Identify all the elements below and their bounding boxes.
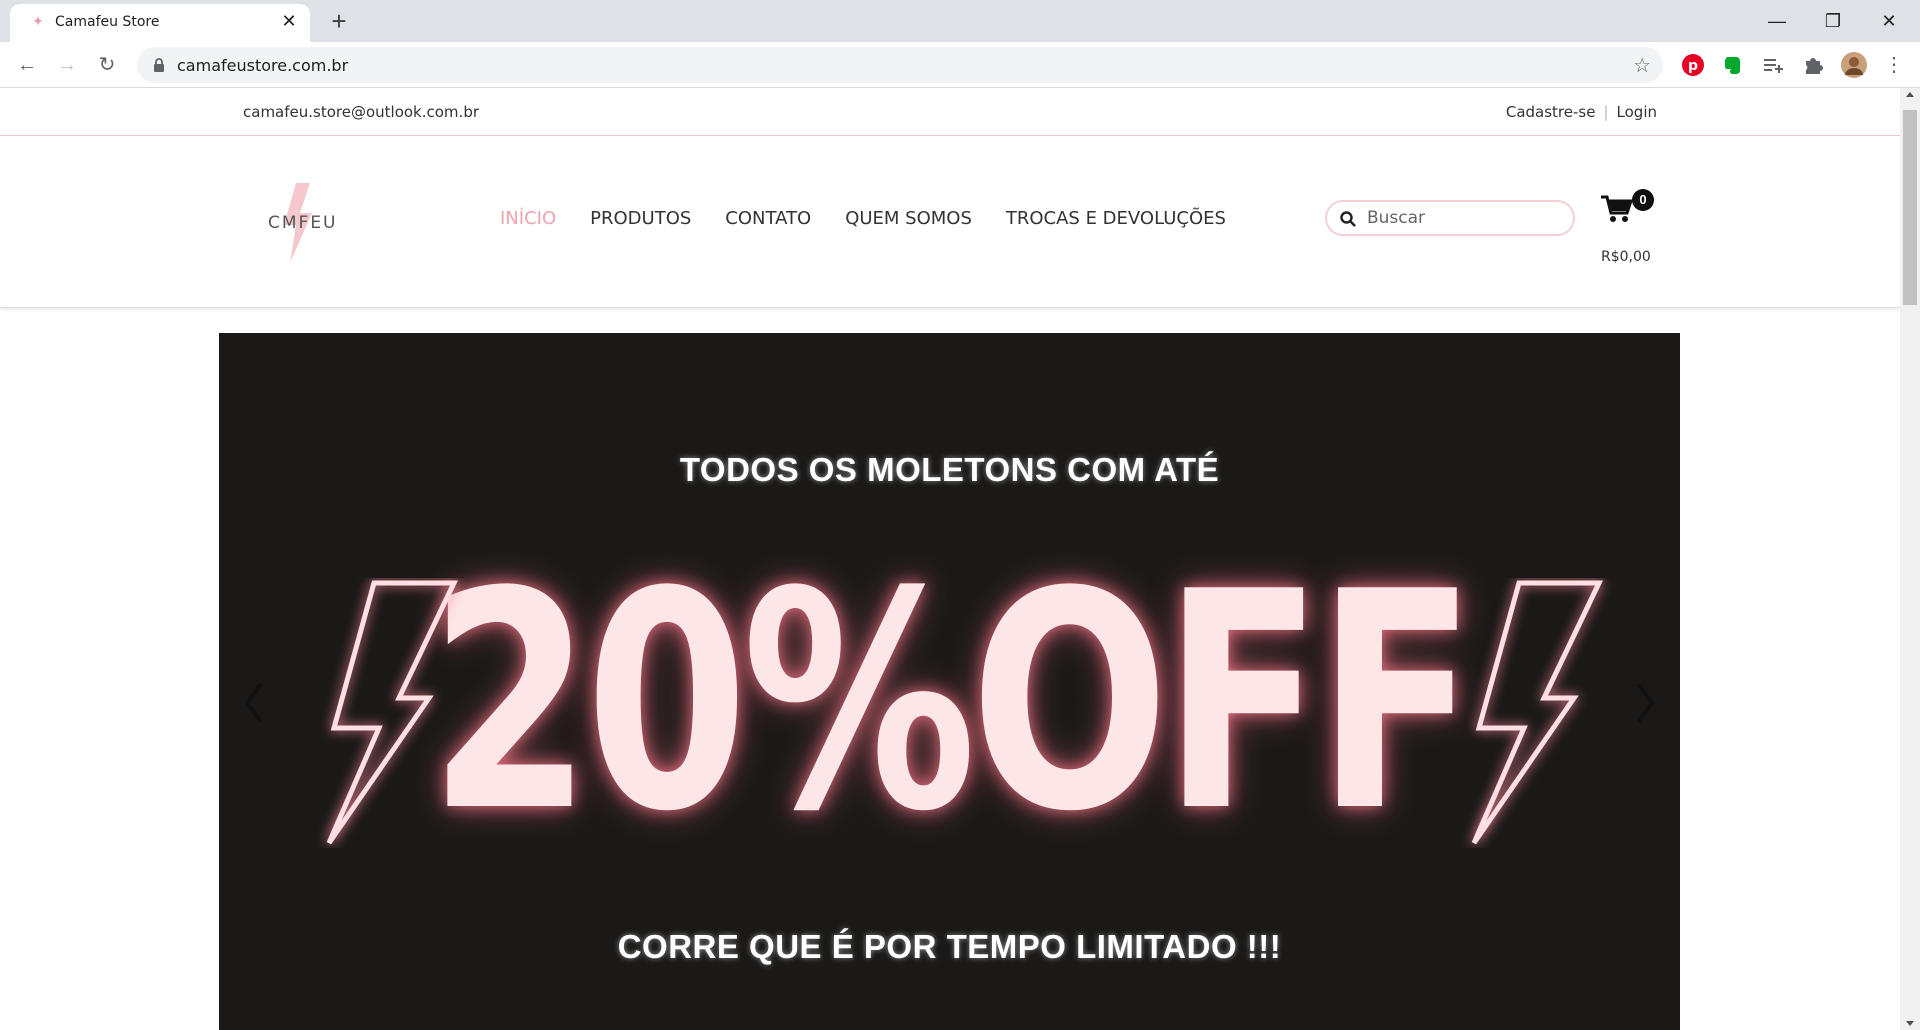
main-nav: INÍCIO PRODUTOS CONTATO QUEM SOMOS TROCA… xyxy=(500,208,1260,229)
hero-top-text: TODOS OS MOLETONS COM ATÉ xyxy=(679,451,1220,488)
close-tab-icon[interactable]: ✕ xyxy=(280,12,298,30)
lock-icon xyxy=(154,58,164,72)
svg-text:p: p xyxy=(1688,58,1698,74)
reading-list-icon[interactable] xyxy=(1760,52,1786,78)
scroll-thumb[interactable] xyxy=(1903,110,1917,305)
hero-banner[interactable]: TODOS OS MOLETONS COM ATÉ 20%OFF CORRE Q… xyxy=(219,333,1680,1030)
nav-item-trocas[interactable]: TROCAS E DEVOLUÇÕES xyxy=(1006,208,1226,229)
browser-tab[interactable]: ✦ Camafeu Store ✕ xyxy=(10,4,310,42)
nav-item-quem-somos[interactable]: QUEM SOMOS xyxy=(845,208,972,229)
menu-kebab-icon[interactable]: ⋮ xyxy=(1880,51,1908,79)
site-logo[interactable]: CMFEU xyxy=(264,181,336,265)
top-info-bar: camafeu.store@outlook.com.br Cadastre-se… xyxy=(0,88,1900,136)
bookmark-star-icon[interactable]: ☆ xyxy=(1633,53,1651,78)
divider: | xyxy=(1603,103,1609,121)
cart-button[interactable]: 0 xyxy=(1600,186,1660,246)
logo-text: CMFEU xyxy=(268,213,338,233)
login-link[interactable]: Login xyxy=(1617,103,1657,121)
window-close-icon[interactable]: ✕ xyxy=(1866,6,1912,36)
neon-bolt-right-icon xyxy=(1471,580,1603,845)
cart-count-badge: 0 xyxy=(1632,189,1654,211)
search-box xyxy=(1325,200,1575,236)
minimize-icon[interactable]: — xyxy=(1754,6,1800,36)
profile-avatar[interactable] xyxy=(1840,51,1868,79)
restore-icon[interactable]: ❐ xyxy=(1810,6,1856,36)
search-input[interactable] xyxy=(1367,206,1567,230)
back-icon[interactable]: ← xyxy=(13,51,41,79)
url-text: camafeustore.com.br xyxy=(177,56,349,75)
extensions-puzzle-icon[interactable] xyxy=(1800,52,1826,78)
browser-tabbar: ✦ Camafeu Store ✕ + — ❐ ✕ xyxy=(0,0,1920,42)
favicon-icon: ✦ xyxy=(32,13,44,29)
tab-title: Camafeu Store xyxy=(55,14,160,30)
cart-total: R$0,00 xyxy=(1601,249,1651,265)
browser-toolbar: ← → ↻ camafeustore.com.br ☆ p ⋮ xyxy=(0,42,1920,88)
signup-link[interactable]: Cadastre-se xyxy=(1506,103,1596,121)
evernote-icon[interactable] xyxy=(1720,52,1746,78)
hero-bottom-text: CORRE QUE É POR TEMPO LIMITADO !!! xyxy=(617,928,1282,965)
nav-item-produtos[interactable]: PRODUTOS xyxy=(590,208,691,229)
scroll-down-icon[interactable] xyxy=(1906,1021,1914,1026)
carousel-next-arrow-icon[interactable] xyxy=(1630,678,1660,728)
contact-email[interactable]: camafeu.store@outlook.com.br xyxy=(243,103,479,121)
new-tab-icon[interactable]: + xyxy=(325,8,353,36)
carousel-prev-arrow-icon[interactable] xyxy=(239,678,269,728)
forward-icon[interactable]: → xyxy=(53,51,81,79)
neon-bolt-left-icon xyxy=(326,580,458,845)
nav-item-contato[interactable]: CONTATO xyxy=(725,208,811,229)
pinterest-icon[interactable]: p xyxy=(1680,52,1706,78)
cart-icon xyxy=(1601,195,1634,222)
search-icon[interactable] xyxy=(1339,210,1357,228)
address-bar[interactable]: camafeustore.com.br ☆ xyxy=(137,47,1663,83)
hero-discount-text: 20%OFF xyxy=(428,528,1477,877)
nav-item-inicio[interactable]: INÍCIO xyxy=(500,208,556,229)
site-header: CMFEU INÍCIO PRODUTOS CONTATO QUEM SOMOS… xyxy=(0,136,1900,308)
page-content: camafeu.store@outlook.com.br Cadastre-se… xyxy=(0,88,1900,1030)
reload-icon[interactable]: ↻ xyxy=(93,51,121,79)
account-links: Cadastre-se | Login xyxy=(1506,103,1657,121)
scroll-up-icon[interactable] xyxy=(1906,92,1914,97)
page-scrollbar[interactable] xyxy=(1900,88,1920,1030)
